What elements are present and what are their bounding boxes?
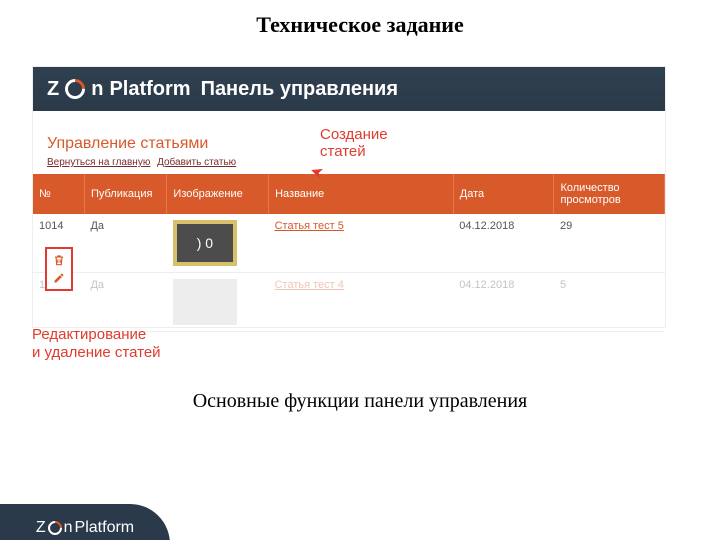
th-views: Количество просмотров [554, 174, 665, 214]
brand-zen-suffix: n [91, 67, 103, 111]
th-date: Дата [453, 174, 554, 214]
trash-icon [52, 253, 66, 267]
cell-views: 29 [554, 214, 665, 273]
cell-pub: Да [84, 214, 166, 273]
cell-title: Статья тест 4 [269, 273, 454, 332]
cell-title: Статья тест 5 [269, 214, 454, 273]
brand-o-icon [61, 75, 89, 103]
link-back-home[interactable]: Вернуться на главную [47, 157, 150, 168]
app-header: ZnPlatform Панель управления [33, 67, 665, 111]
th-num: № [33, 174, 84, 214]
cell-date: 04.12.2018 [453, 273, 554, 332]
link-add-article[interactable]: Добавить статью [157, 157, 236, 168]
slide-caption: Основные функции панели управления [0, 390, 720, 413]
brand-platform: Platform [109, 67, 190, 111]
cell-views: 5 [554, 273, 665, 332]
table-row: 1013 Да Статья тест 4 04.12.2018 5 [33, 273, 665, 332]
article-title-link[interactable]: Статья тест 5 [275, 220, 344, 232]
delete-button[interactable] [51, 252, 67, 268]
annotation-edit-delete: Редактированиеи удаление статей [32, 326, 161, 362]
cell-pub: Да [84, 273, 166, 332]
article-thumb: ) 0 [173, 220, 237, 266]
annotation-create-articles: Созданиестатей [320, 127, 388, 160]
brand-zen-prefix: Z [47, 67, 59, 111]
footer-brand: ZnPlatform [0, 504, 170, 540]
cell-img: ) 0 [167, 214, 269, 273]
cell-img [167, 273, 269, 332]
cell-date: 04.12.2018 [453, 214, 554, 273]
edit-button[interactable] [51, 270, 67, 286]
th-title: Название [269, 174, 454, 214]
pencil-icon [53, 272, 65, 284]
th-img: Изображение [167, 174, 269, 214]
footer-zen-suffix: n [64, 519, 73, 537]
slide-title: Техническое задание [0, 12, 720, 38]
articles-table: № Публикация Изображение Название Дата К… [33, 174, 665, 332]
article-title-link[interactable]: Статья тест 4 [275, 279, 344, 291]
brand-panel-label: Панель управления [201, 67, 398, 111]
th-pub: Публикация [84, 174, 166, 214]
footer-zen-prefix: Z [36, 519, 46, 537]
row-actions-highlight [45, 247, 73, 291]
footer-platform: Platform [75, 519, 135, 537]
admin-panel-screenshot: ZnPlatform Панель управления Управление … [32, 66, 666, 328]
article-thumb [173, 279, 237, 325]
table-row: 1014 Да ) 0 Статья тест 5 04.12.2018 29 [33, 214, 665, 273]
app-header-title: ZnPlatform Панель управления [33, 67, 665, 111]
brand-o-icon [45, 518, 65, 538]
